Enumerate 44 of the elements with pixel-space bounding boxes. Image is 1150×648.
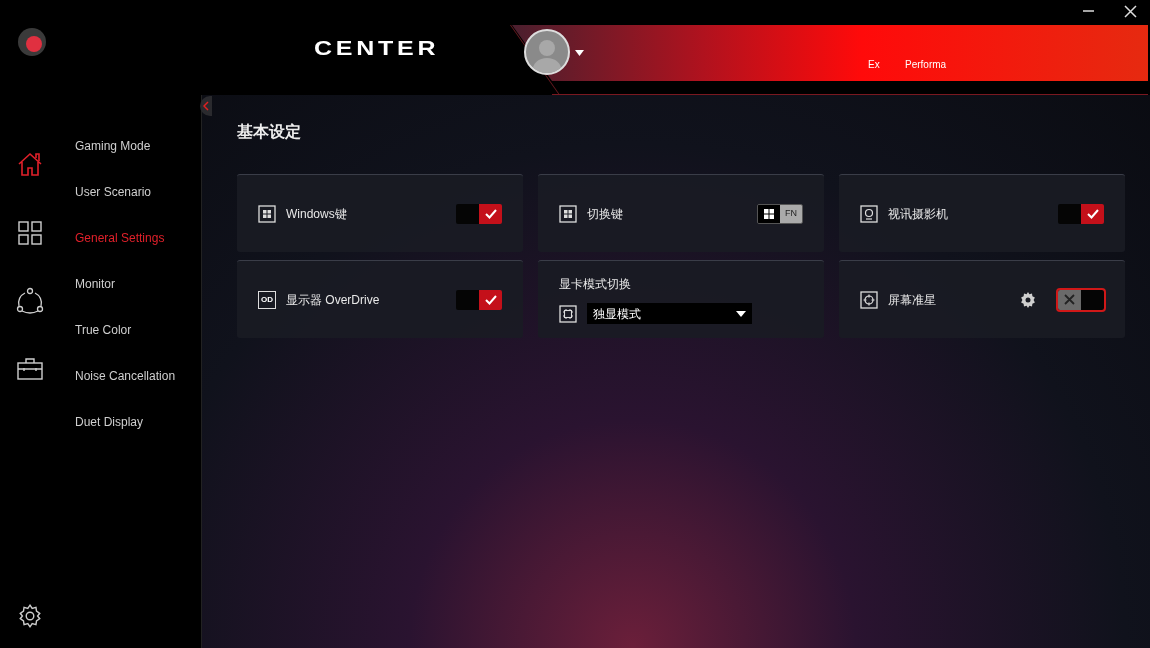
- setting-label: 显示器 OverDrive: [286, 291, 381, 309]
- settings-icon[interactable]: [1020, 291, 1036, 308]
- chevron-icon: [203, 101, 209, 111]
- network-icon[interactable]: [15, 286, 45, 316]
- settings-icon[interactable]: [17, 603, 43, 629]
- check-icon: [484, 208, 497, 219]
- toggle-switch[interactable]: [1058, 203, 1104, 224]
- windows-icon: [764, 208, 774, 219]
- od-icon: OD: [258, 290, 276, 309]
- status-label: Ex: [868, 58, 880, 72]
- menu-item[interactable]: General Settings: [75, 228, 165, 248]
- windows-icon: [559, 204, 577, 223]
- logo-icon: [16, 26, 48, 58]
- menu-item[interactable]: Monitor: [75, 274, 115, 294]
- menu-item[interactable]: Duet Display: [75, 412, 144, 432]
- gpu-mode-dropdown[interactable]: 独显模式: [587, 303, 752, 324]
- grid-icon[interactable]: [15, 218, 45, 248]
- setting-label: 切换键: [587, 205, 624, 223]
- status-label: Performa: [905, 58, 947, 72]
- menu-item[interactable]: Gaming Mode: [75, 136, 151, 156]
- collapse-button[interactable]: [200, 96, 212, 116]
- menu-item[interactable]: True Color: [75, 320, 132, 340]
- setting-label: Windows键: [286, 205, 348, 223]
- setting-label: 视讯摄影机: [888, 205, 949, 223]
- section-title: 基本设定: [237, 122, 301, 142]
- menu-item[interactable]: Noise Cancellation: [75, 366, 176, 386]
- caret-icon[interactable]: [575, 50, 584, 56]
- caret-icon: [736, 310, 746, 317]
- menu-item[interactable]: User Scenario: [75, 182, 152, 202]
- setting-label: 显卡模式切换: [559, 276, 631, 293]
- toggle-switch[interactable]: [1058, 289, 1104, 310]
- toggle-switch[interactable]: [456, 203, 502, 224]
- check-icon: [484, 294, 497, 305]
- close-icon[interactable]: [1124, 5, 1137, 18]
- cross-icon: [1064, 294, 1075, 305]
- webcam-icon: [860, 204, 878, 223]
- toggle-switch[interactable]: [456, 289, 502, 310]
- crosshair-icon: [860, 290, 878, 309]
- windows-icon: [258, 204, 276, 223]
- logo-text: CENTER: [314, 36, 440, 61]
- chip-icon: [559, 304, 577, 323]
- fn-switch[interactable]: FN: [757, 203, 803, 224]
- setting-label: 屏幕准星: [888, 291, 937, 309]
- check-icon: [1086, 208, 1099, 219]
